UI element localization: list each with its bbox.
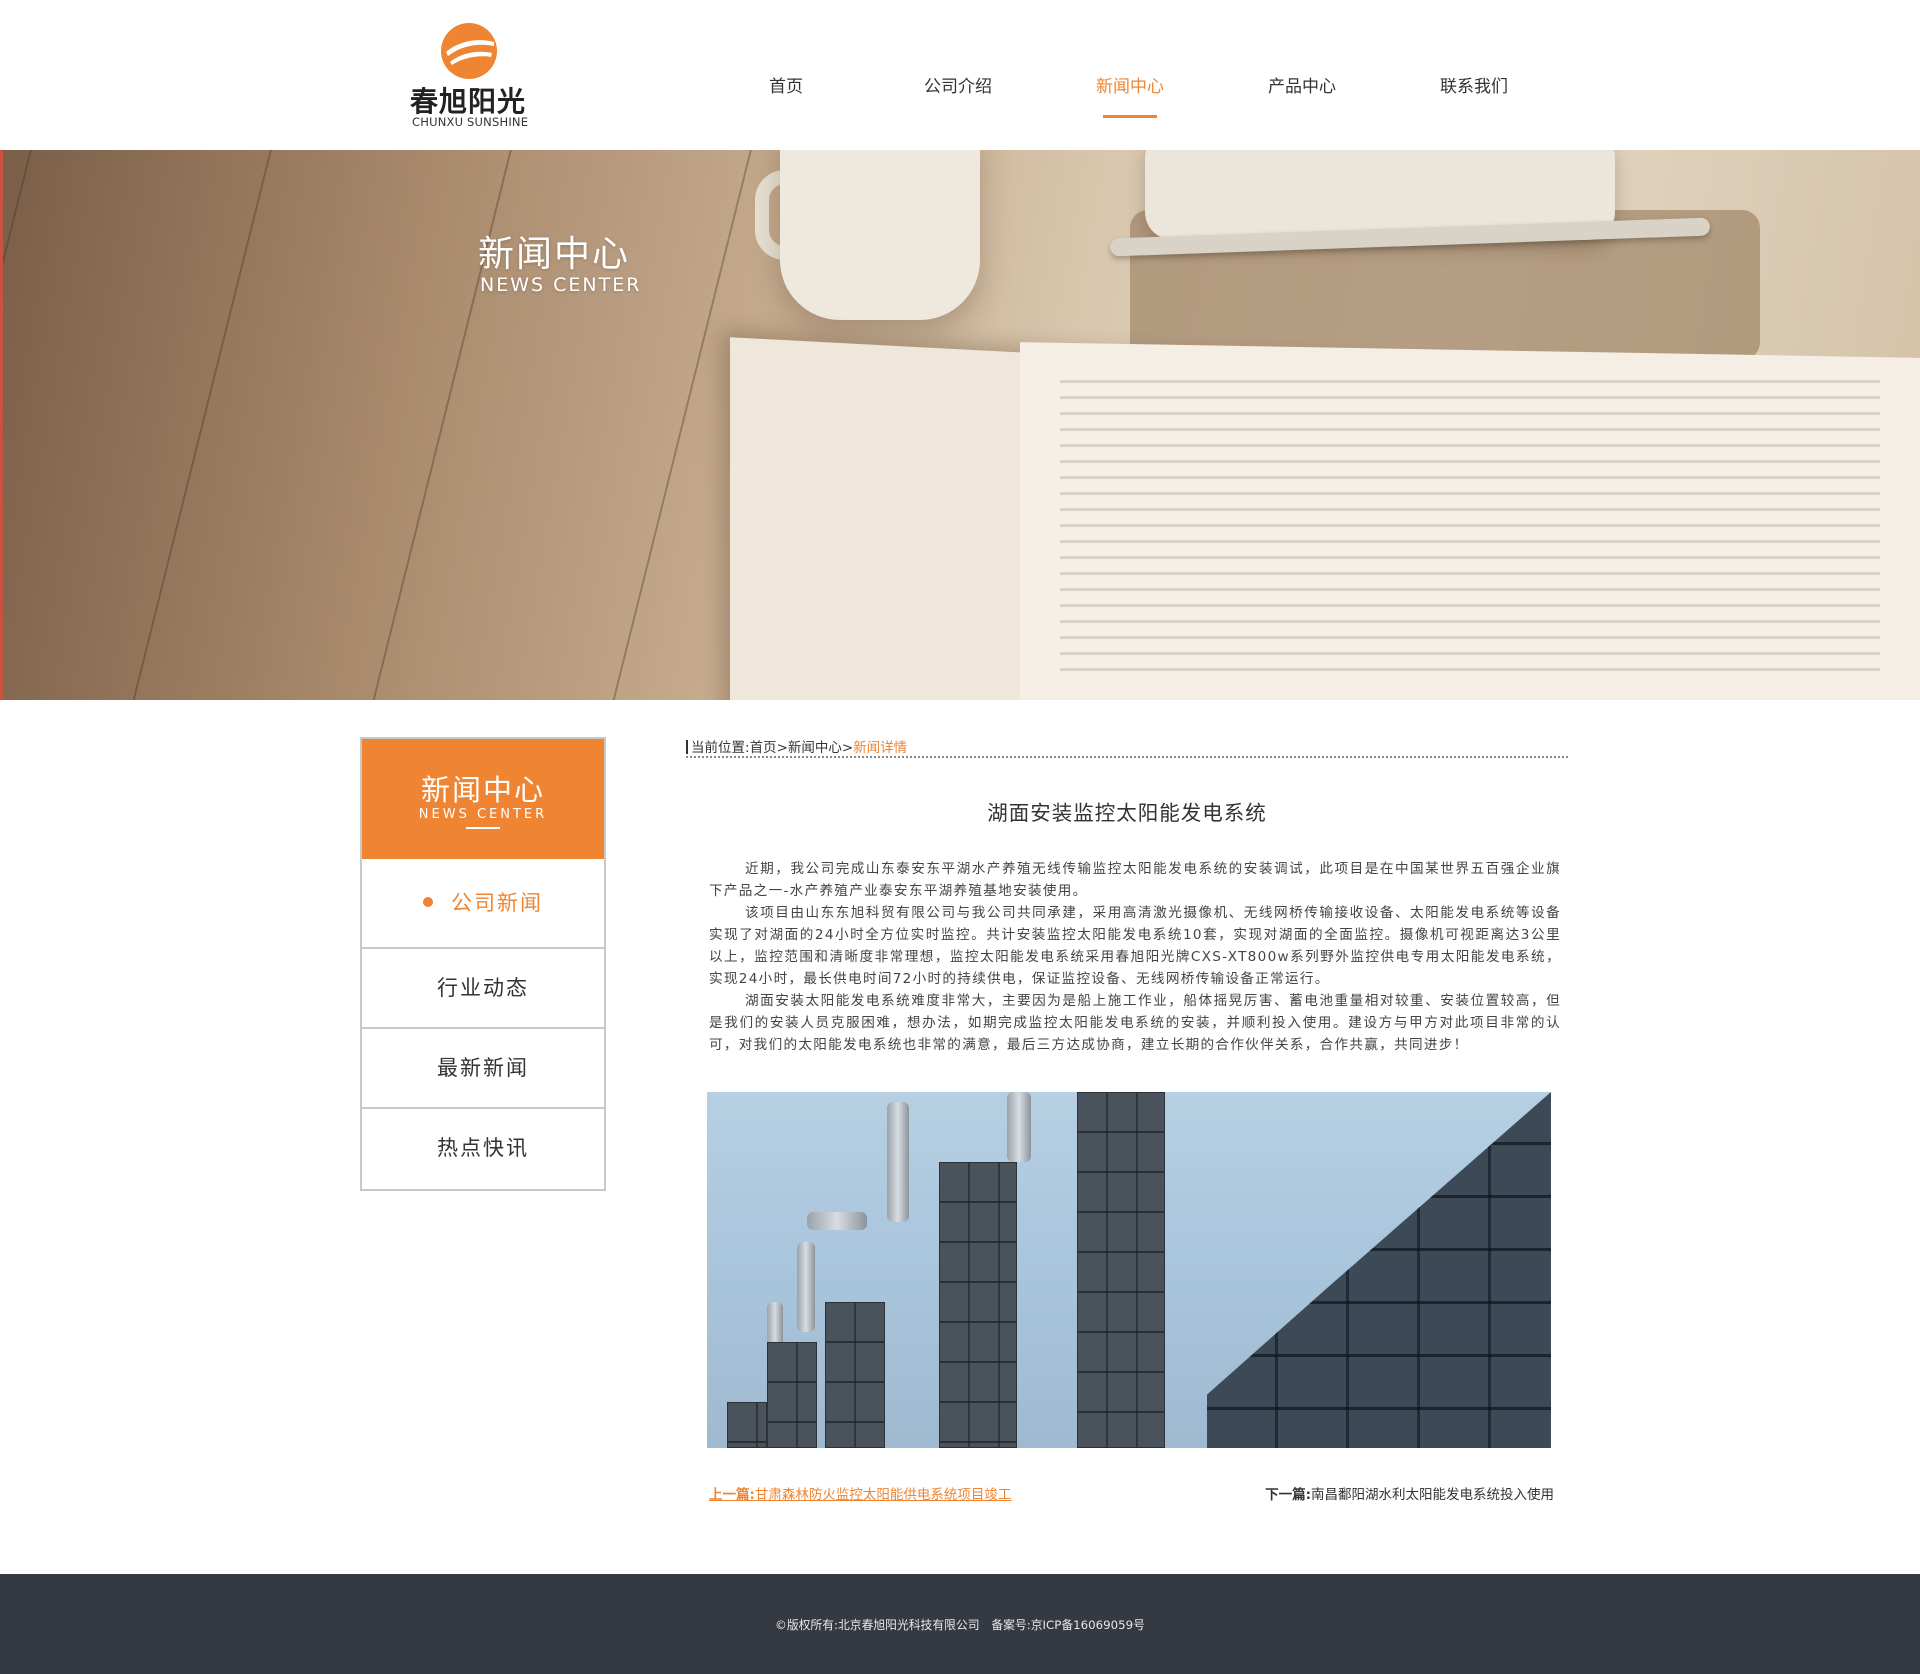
article-title: 湖面安装监控太阳能发电系统: [987, 801, 1267, 825]
breadcrumb-current: 新闻详情: [853, 740, 908, 756]
nav-item-home[interactable]: 首页: [700, 0, 872, 150]
main-nav: 首页 公司介绍 新闻中心 产品中心 联系我们: [700, 0, 1560, 150]
sidebar-item-label: 热点快讯: [437, 1136, 529, 1160]
pipe: [1007, 1092, 1031, 1162]
nav-label: 新闻中心: [1096, 77, 1164, 97]
nav-item-contact[interactable]: 联系我们: [1388, 0, 1560, 150]
next-label: 下一篇:: [1265, 1487, 1311, 1503]
banner-edge: [0, 150, 3, 700]
building-tower: [825, 1302, 885, 1448]
article-paragraph: 近期，我公司完成山东泰安东平湖水产养殖无线传输监控太阳能发电系统的安装调试，此项…: [709, 861, 1561, 899]
sun-logo-icon: [441, 23, 497, 79]
nav-active-indicator: [1103, 115, 1157, 118]
prev-article-link[interactable]: 上一篇:甘肃森林防火监控太阳能供电系统项目竣工: [709, 1483, 1011, 1503]
building-tower: [1077, 1092, 1165, 1448]
nav-item-news[interactable]: 新闻中心: [1044, 0, 1216, 150]
breadcrumb-prefix: 当前位置:: [691, 740, 750, 756]
sidebar: 新闻中心 NEWS CENTER 公司新闻 行业动态 最新新闻 热点快讯: [360, 737, 606, 1191]
breadcrumb-home-link[interactable]: 首页: [750, 740, 777, 756]
article-body: 近期，我公司完成山东泰安东平湖水产养殖无线传输监控太阳能发电系统的安装调试，此项…: [709, 858, 1561, 1056]
logo[interactable]: 春旭阳光 CHUNXU SUNSHINE: [410, 22, 530, 132]
next-title: 南昌鄱阳湖水利太阳能发电系统投入使用: [1311, 1487, 1554, 1503]
breadcrumb-separator: >: [776, 740, 788, 756]
pipe: [887, 1102, 909, 1222]
hero-banner: 新闻中心 NEWS CENTER: [0, 150, 1920, 700]
breadcrumb-separator: >: [841, 740, 854, 756]
sidebar-title: 新闻中心: [420, 773, 545, 807]
sidebar-item-label: 公司新闻: [451, 891, 543, 915]
bullet-dot-icon: [423, 897, 433, 907]
logo-name-cn: 春旭阳光: [410, 85, 527, 118]
prev-label: 上一篇:: [709, 1487, 755, 1503]
article-photo: [707, 1092, 1551, 1448]
sidebar-title-underline: [466, 827, 500, 829]
sidebar-item-hot[interactable]: 热点快讯: [362, 1107, 604, 1187]
footer-copyright: ©版权所有:北京春旭阳光科技有限公司 备案号:京ICP备16069059号: [775, 1618, 1145, 1632]
coffee-cup: [780, 150, 980, 320]
nav-item-products[interactable]: 产品中心: [1216, 0, 1388, 150]
nav-label: 首页: [769, 77, 803, 97]
sidebar-item-industry[interactable]: 行业动态: [362, 947, 604, 1027]
sidebar-item-latest[interactable]: 最新新闻: [362, 1027, 604, 1107]
prev-title: 甘肃森林防火监控太阳能供电系统项目竣工: [754, 1487, 1012, 1503]
sidebar-item-label: 行业动态: [437, 976, 529, 1000]
nav-item-about[interactable]: 公司介绍: [872, 0, 1044, 150]
sidebar-header: 新闻中心 NEWS CENTER: [362, 739, 604, 859]
breadcrumb: 当前位置:首页>新闻中心>新闻详情: [686, 736, 1568, 758]
pipe: [797, 1242, 815, 1332]
building-tower: [939, 1162, 1017, 1448]
building-tower: [727, 1402, 767, 1448]
building-tower: [767, 1342, 817, 1448]
site-header: 春旭阳光 CHUNXU SUNSHINE 首页 公司介绍 新闻中心 产品中心 联…: [0, 0, 1920, 150]
banner-title: 新闻中心: [478, 234, 631, 275]
sidebar-item-company-news[interactable]: 公司新闻: [362, 859, 604, 947]
article-paragraph: 该项目由山东东旭科贸有限公司与我公司共同承建，采用高清激光摄像机、无线网桥传输接…: [709, 905, 1561, 987]
nav-label: 联系我们: [1440, 77, 1508, 97]
newspaper-text: [1060, 380, 1880, 680]
banner-subtitle: NEWS CENTER: [480, 274, 642, 296]
nav-label: 产品中心: [1268, 77, 1336, 97]
logo-name-en: CHUNXU SUNSHINE: [412, 115, 529, 129]
next-article-link[interactable]: 下一篇:南昌鄱阳湖水利太阳能发电系统投入使用: [1240, 1483, 1554, 1503]
nav-label: 公司介绍: [924, 77, 992, 97]
breadcrumb-marker: [686, 740, 688, 754]
sidebar-subtitle: NEWS CENTER: [418, 807, 548, 822]
article-paragraph: 湖面安装太阳能发电系统难度非常大，主要因为是船上施工作业，船体摇晃厉害、蓄电池重…: [709, 993, 1561, 1053]
site-footer: ©版权所有:北京春旭阳光科技有限公司 备案号:京ICP备16069059号: [0, 1574, 1920, 1674]
sidebar-item-label: 最新新闻: [437, 1056, 529, 1080]
building-facade: [1207, 1092, 1551, 1448]
breadcrumb-section-link[interactable]: 新闻中心: [788, 740, 842, 756]
pipe: [807, 1212, 867, 1230]
